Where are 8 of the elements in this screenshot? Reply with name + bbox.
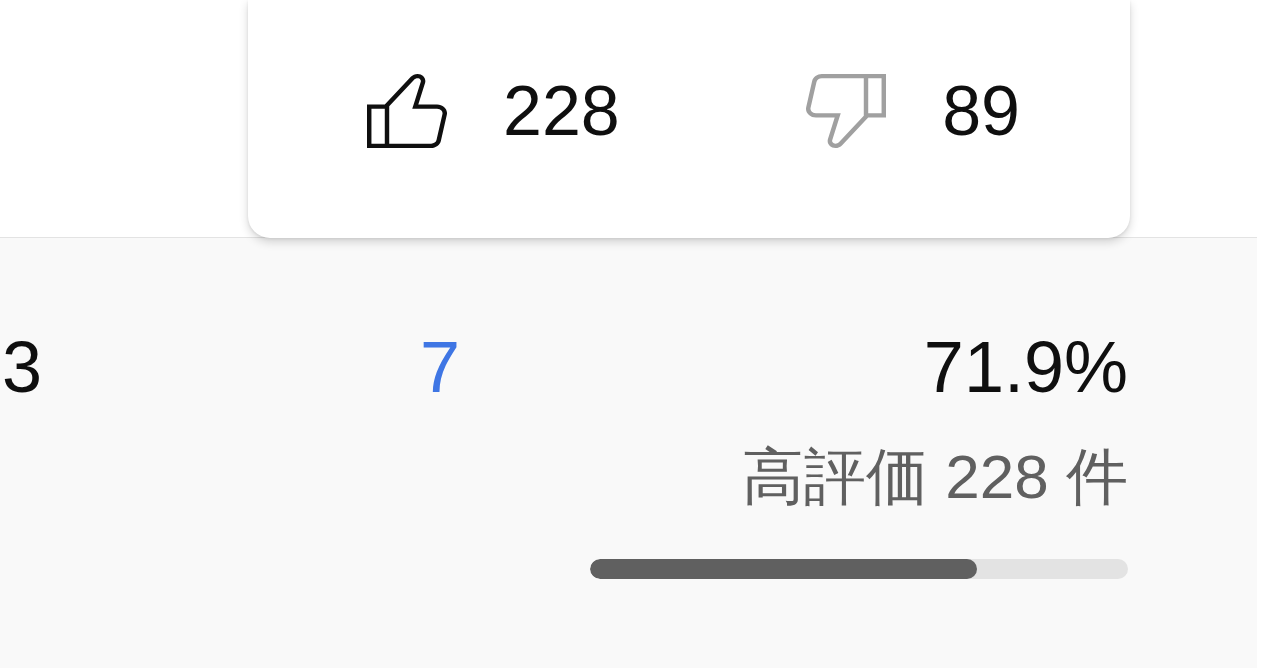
count-link[interactable]: 7 [419, 324, 460, 411]
dislike-count: 89 [942, 71, 1020, 152]
thumbs-up-icon [367, 74, 447, 148]
like-count: 228 [503, 71, 620, 152]
table-cell-text: 3 [1, 326, 43, 409]
percent-text: 71.9% [923, 326, 1128, 409]
thumbs-down-icon [806, 74, 887, 148]
like-count-caption: 高評価 228 件 [742, 441, 1128, 514]
